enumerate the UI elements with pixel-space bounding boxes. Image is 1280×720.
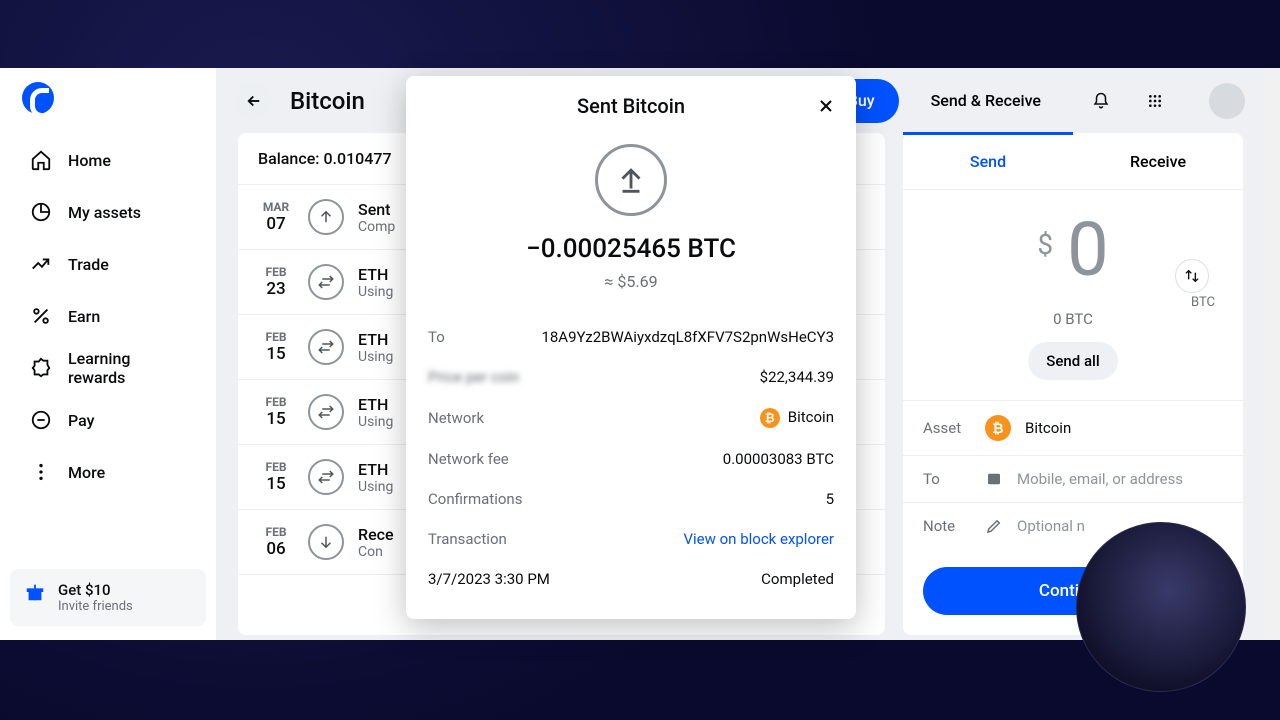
row-key: Confirmations — [428, 490, 522, 508]
close-button[interactable] — [812, 92, 840, 120]
modal-row-network: Network ₿Bitcoin — [428, 397, 834, 439]
row-key: 3/7/2023 3:30 PM — [428, 570, 550, 588]
row-key: Transaction — [428, 530, 507, 548]
transaction-detail-modal: Sent Bitcoin −0.00025465 BTC ≈ $5.69 To 1… — [406, 76, 856, 619]
close-icon — [816, 96, 836, 116]
row-value: 0.00003083 BTC — [723, 450, 834, 468]
send-icon — [595, 144, 667, 216]
row-value: ₿Bitcoin — [760, 408, 834, 428]
bitcoin-icon: ₿ — [760, 408, 780, 428]
modal-row-to: To 18A9Yz2BWAiyxdzqL8fXFV7S2pnWsHeCY3 — [428, 317, 834, 357]
row-key: To — [428, 328, 445, 346]
row-value: Completed — [761, 570, 834, 588]
webcam-overlay — [1076, 522, 1246, 692]
row-key: Network — [428, 409, 484, 427]
row-value: 18A9Yz2BWAiyxdzqL8fXFV7S2pnWsHeCY3 — [541, 328, 834, 346]
modal-row-confirmations: Confirmations 5 — [428, 479, 834, 519]
modal-row-fee: Network fee 0.00003083 BTC — [428, 439, 834, 479]
modal-row-status: 3/7/2023 3:30 PM Completed — [428, 559, 834, 599]
row-key: Network fee — [428, 450, 509, 468]
row-value: $22,344.39 — [760, 368, 834, 386]
modal-title: Sent Bitcoin — [428, 94, 834, 118]
row-key: Price per coin — [428, 368, 519, 386]
modal-row-transaction: Transaction View on block explorer — [428, 519, 834, 559]
modal-row-price: Price per coin $22,344.39 — [428, 357, 834, 397]
row-value: 5 — [826, 490, 834, 508]
modal-amount-usd: ≈ $5.69 — [428, 272, 834, 291]
block-explorer-link[interactable]: View on block explorer — [683, 530, 834, 548]
modal-amount: −0.00025465 BTC — [428, 234, 834, 264]
